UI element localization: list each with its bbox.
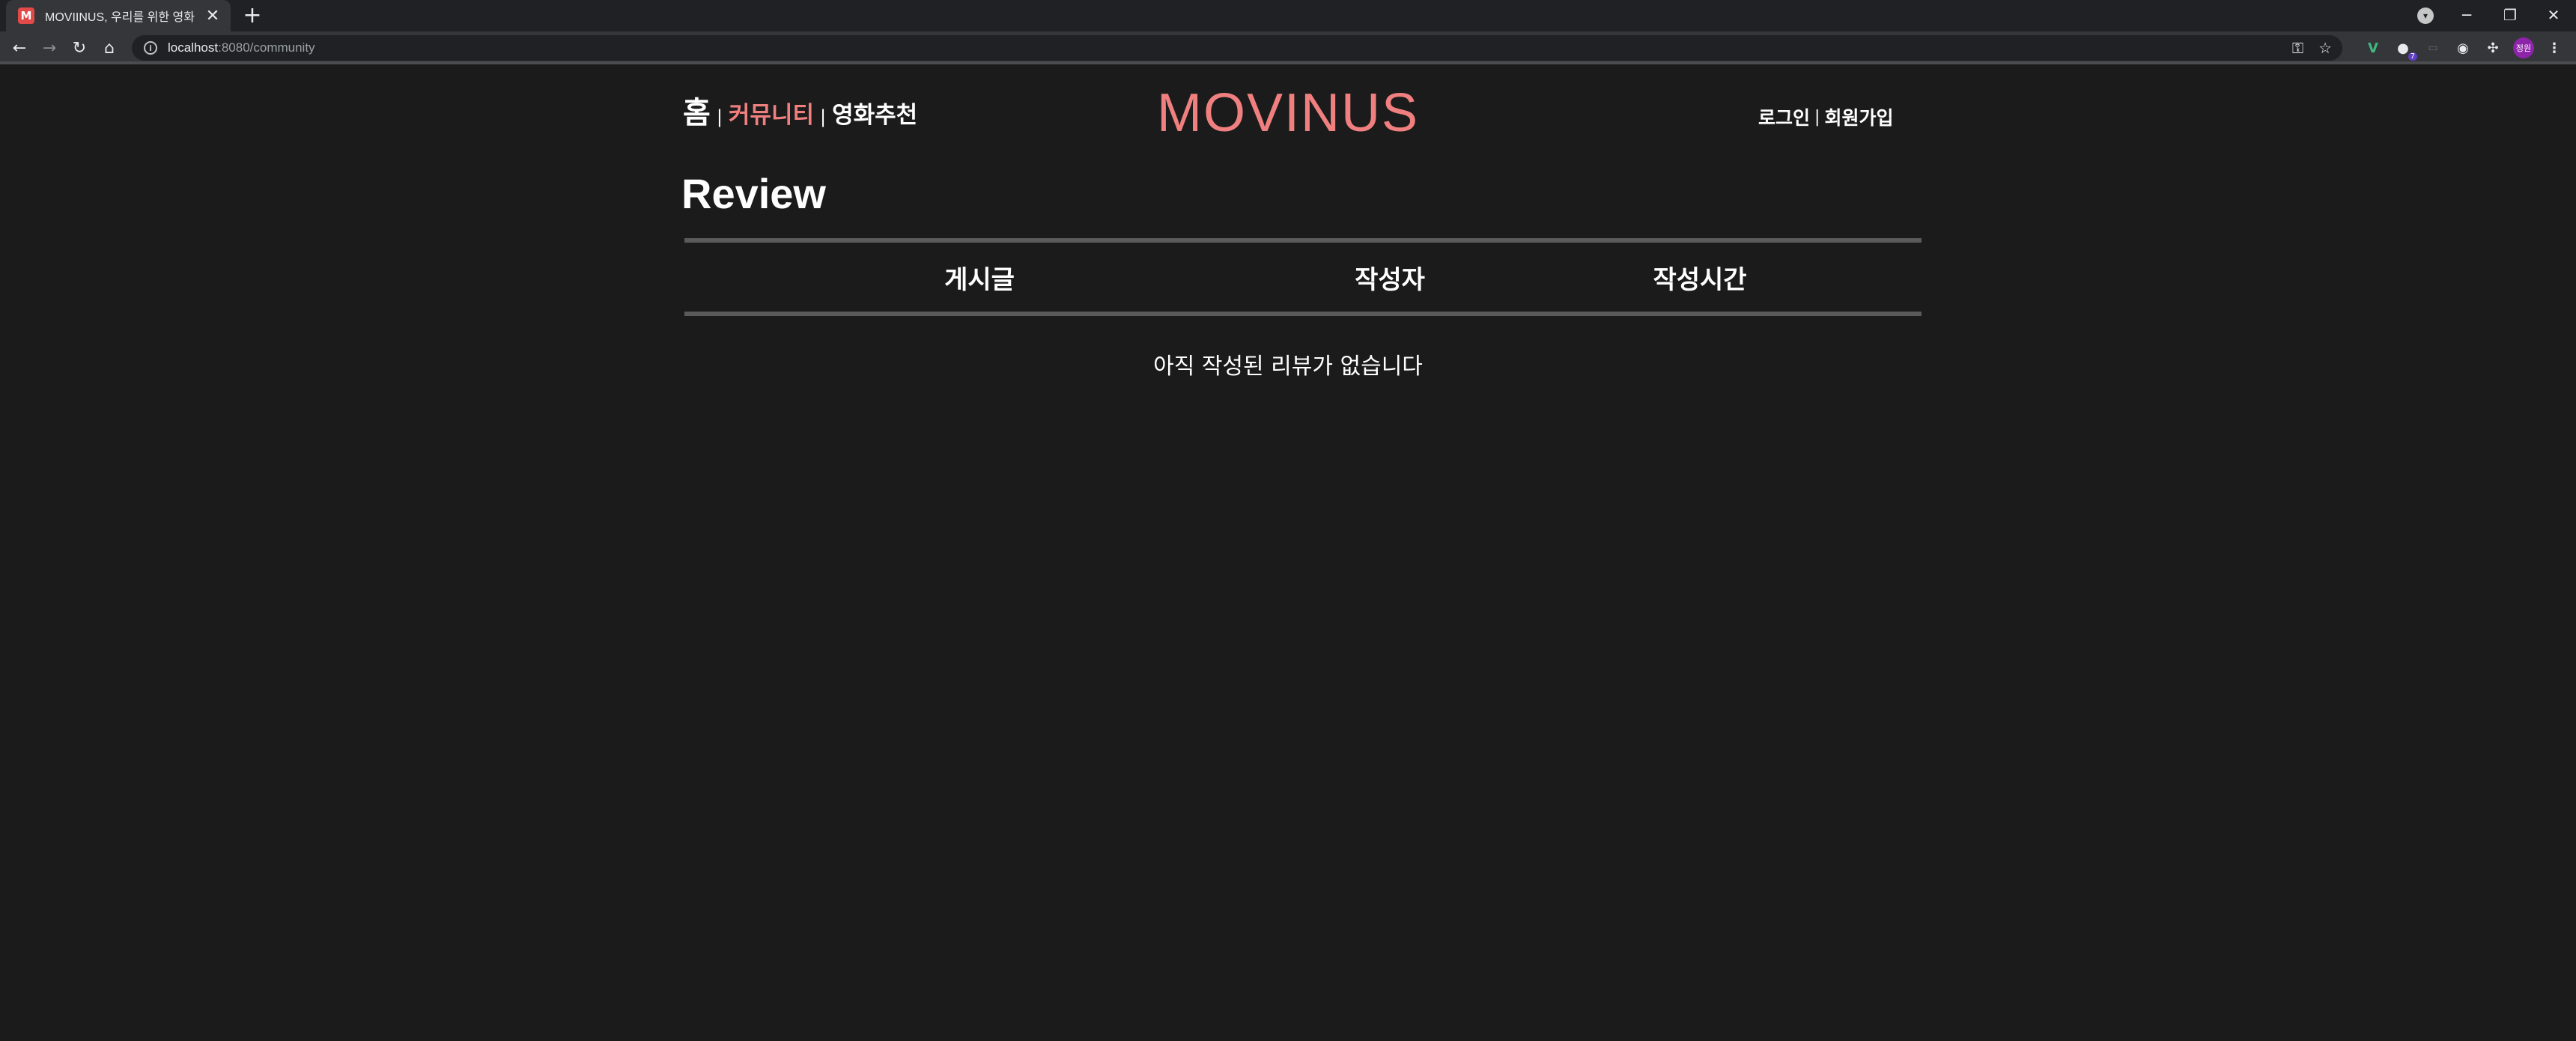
restore-button[interactable]: ❐ (2489, 0, 2531, 30)
back-arrow-icon[interactable]: ← (7, 36, 31, 60)
browser-tabstrip: M MOVIINUS, 우리를 위한 영화 ✕ + ▾ ─ ❐ ✕ (0, 0, 2576, 31)
url-host: localhost (168, 40, 219, 55)
browser-toolbar: ← → ↻ ⌂ i localhost:8080/community ⚿ ☆ V… (0, 31, 2576, 64)
extensions-area: V ● 7 ▭ ◉ ✣ 정원 ⋮ (2363, 36, 2564, 61)
reload-icon[interactable]: ↻ (67, 36, 91, 60)
kebab-menu-icon[interactable]: ⋮ (2545, 38, 2564, 58)
key-icon[interactable]: ⚿ (2292, 39, 2303, 57)
column-header-author: 작성자 (1355, 264, 1425, 295)
tab-title: MOVIINUS, 우리를 위한 영화 (45, 11, 195, 24)
address-bar[interactable]: i localhost:8080/community ⚿ ☆ (132, 35, 2342, 61)
vue-devtools-icon[interactable]: V (2363, 38, 2383, 58)
avatar[interactable]: 정원 (2513, 37, 2534, 58)
column-header-time: 작성시간 (1653, 264, 1747, 295)
page-title: Review (681, 170, 826, 217)
url-path: :8080/community (218, 40, 315, 55)
extension-icon[interactable]: ● 7 (2393, 38, 2417, 61)
home-icon[interactable]: ⌂ (97, 36, 121, 60)
column-header-post: 게시글 (944, 264, 1015, 295)
table-header-rule (684, 312, 1922, 316)
auth-nav: 로그인 | 회원가입 (1758, 103, 1893, 130)
extension-icon[interactable]: ▭ (2423, 38, 2443, 58)
new-tab-button[interactable]: + (241, 4, 264, 27)
extension-icon[interactable]: ◉ (2453, 38, 2473, 58)
info-icon[interactable]: i (144, 41, 157, 55)
tab-search-icon[interactable]: ▾ (2417, 7, 2434, 24)
browser-tab[interactable]: M MOVIINUS, 우리를 위한 영화 ✕ (6, 0, 231, 31)
extension-badge: 7 (2408, 52, 2417, 61)
site-logo[interactable]: MOVINUS (0, 82, 2576, 144)
close-window-button[interactable]: ✕ (2533, 0, 2575, 30)
minimize-button[interactable]: ─ (2446, 0, 2488, 30)
empty-state-message: 아직 작성된 리뷰가 없습니다 (1153, 353, 1423, 380)
nav-separator: | (1814, 107, 1820, 127)
favicon-icon: M (18, 7, 34, 24)
puzzle-icon[interactable]: ✣ (2483, 38, 2503, 58)
forward-arrow-icon[interactable]: → (37, 36, 61, 60)
review-table: 게시글 작성자 작성시간 (684, 238, 1922, 316)
star-icon[interactable]: ☆ (2318, 39, 2332, 57)
login-link[interactable]: 로그인 (1758, 103, 1810, 130)
page: 홈 | 커뮤니티 | 영화추천 MOVINUS 로그인 | 회원가입 Revie… (0, 67, 2576, 1041)
table-header: 게시글 작성자 작성시간 (684, 243, 1922, 312)
close-tab-icon[interactable]: ✕ (204, 7, 222, 25)
signup-link[interactable]: 회원가입 (1824, 103, 1893, 130)
